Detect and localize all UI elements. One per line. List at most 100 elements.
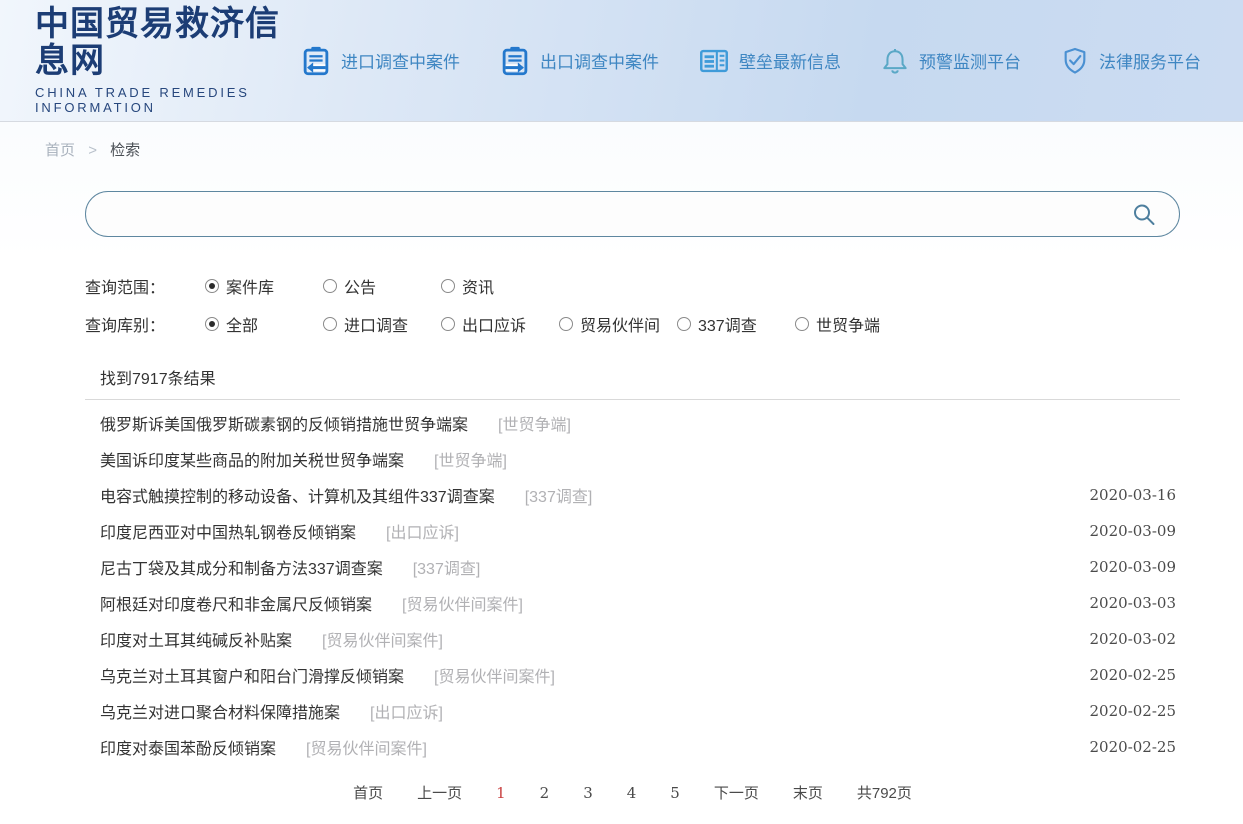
newspaper-icon — [697, 44, 731, 78]
result-category-tag: [337调查] — [413, 555, 481, 579]
result-title-link[interactable]: 印度尼西亚对中国热轧钢卷反倾销案 — [100, 519, 356, 543]
result-title-link[interactable]: 乌克兰对进口聚合材料保障措施案 — [100, 699, 340, 723]
result-category-tag: [贸易伙伴间案件] — [322, 627, 443, 651]
result-title-link[interactable]: 电容式触摸控制的移动设备、计算机及其组件337调查案 — [100, 483, 495, 507]
breadcrumb-home-link[interactable]: 首页 — [45, 142, 75, 159]
result-row: 印度尼西亚对中国热轧钢卷反倾销案 [出口应诉] 2020-03-09 — [85, 513, 1180, 549]
filter-row-database: 查询库别： 全部 进口调查 出口应诉 贸易伙伴间 337调查 — [85, 305, 1180, 343]
result-row: 印度对泰国苯酚反倾销案 [贸易伙伴间案件] 2020-02-25 — [85, 729, 1180, 765]
result-date: 2020-02-25 — [1090, 666, 1180, 684]
result-title-link[interactable]: 阿根廷对印度卷尺和非金属尺反倾销案 — [100, 591, 372, 615]
search-bar — [85, 191, 1180, 237]
site-subtitle: CHINA TRADE REMEDIES INFORMATION — [35, 85, 299, 115]
radio-option-export-response[interactable]: 出口应诉 — [441, 312, 559, 336]
pagination-page-5[interactable]: 5 — [670, 784, 680, 802]
radio-option-trade-partners[interactable]: 贸易伙伴间 — [559, 312, 677, 336]
radio-option-label: 进口调查 — [344, 312, 408, 336]
nav-label: 预警监测平台 — [919, 48, 1021, 73]
result-title-link[interactable]: 乌克兰对土耳其窗户和阳台门滑撑反倾销案 — [100, 663, 404, 687]
filter-scope-label: 查询范围： — [85, 274, 205, 298]
result-category-tag: [出口应诉] — [370, 699, 443, 723]
nav-item-legal-platform[interactable]: 法律服务平台 — [1059, 45, 1201, 77]
result-category-tag: [贸易伙伴间案件] — [402, 591, 523, 615]
result-row: 电容式触摸控制的移动设备、计算机及其组件337调查案 [337调查] 2020-… — [85, 477, 1180, 513]
radio-option-337-investigation[interactable]: 337调查 — [677, 312, 795, 336]
result-title-link[interactable]: 俄罗斯诉美国俄罗斯碳素钢的反倾销措施世贸争端案 — [100, 411, 468, 435]
radio-option-news[interactable]: 资讯 — [441, 274, 559, 298]
radio-option-label: 全部 — [226, 312, 258, 336]
radio-option-label: 案件库 — [226, 274, 274, 298]
nav-item-warning-platform[interactable]: 预警监测平台 — [879, 45, 1021, 77]
nav-label: 进口调查中案件 — [341, 48, 460, 73]
radio-icon — [441, 317, 455, 331]
breadcrumb: 首页 > 检索 — [0, 122, 1243, 160]
search-icon[interactable] — [1129, 200, 1159, 230]
result-row: 尼古丁袋及其成分和制备方法337调查案 [337调查] 2020-03-09 — [85, 549, 1180, 585]
radio-option-import-investigation[interactable]: 进口调查 — [323, 312, 441, 336]
radio-option-case-library[interactable]: 案件库 — [205, 274, 323, 298]
bell-icon — [879, 45, 911, 77]
header-banner: 中国贸易救济信息网 CHINA TRADE REMEDIES INFORMATI… — [0, 0, 1243, 122]
result-title-link[interactable]: 美国诉印度某些商品的附加关税世贸争端案 — [100, 447, 404, 471]
result-title-link[interactable]: 印度对泰国苯酚反倾销案 — [100, 735, 276, 759]
radio-option-wto-dispute[interactable]: 世贸争端 — [795, 312, 913, 336]
clipboard-export-icon — [498, 44, 532, 78]
result-row: 俄罗斯诉美国俄罗斯碳素钢的反倾销措施世贸争端案 [世贸争端] — [85, 405, 1180, 441]
radio-selected-icon — [205, 317, 219, 331]
result-row: 美国诉印度某些商品的附加关税世贸争端案 [世贸争端] — [85, 441, 1180, 477]
radio-option-label: 公告 — [344, 274, 376, 298]
pagination-page-4[interactable]: 4 — [627, 784, 637, 802]
result-date: 2020-02-25 — [1090, 702, 1180, 720]
radio-selected-icon — [205, 279, 219, 293]
result-row: 乌克兰对进口聚合材料保障措施案 [出口应诉] 2020-02-25 — [85, 693, 1180, 729]
pagination: 首页 上一页 1 2 3 4 5 下一页 末页 共792页 — [85, 782, 1180, 803]
result-row: 乌克兰对土耳其窗户和阳台门滑撑反倾销案 [贸易伙伴间案件] 2020-02-25 — [85, 657, 1180, 693]
nav-item-import-cases[interactable]: 进口调查中案件 — [299, 44, 460, 78]
results-list: 俄罗斯诉美国俄罗斯碳素钢的反倾销措施世贸争端案 [世贸争端] 美国诉印度某些商品… — [85, 399, 1180, 765]
radio-icon — [559, 317, 573, 331]
radio-option-announcements[interactable]: 公告 — [323, 274, 441, 298]
result-row: 阿根廷对印度卷尺和非金属尺反倾销案 [贸易伙伴间案件] 2020-03-03 — [85, 585, 1180, 621]
clipboard-import-icon — [299, 44, 333, 78]
breadcrumb-separator: > — [88, 142, 97, 159]
pagination-prev-button[interactable]: 上一页 — [417, 782, 462, 803]
radio-icon — [323, 279, 337, 293]
radio-icon — [795, 317, 809, 331]
pagination-total-pages: 共792页 — [857, 782, 912, 803]
site-logo[interactable]: 中国贸易救济信息网 CHINA TRADE REMEDIES INFORMATI… — [35, 6, 299, 116]
result-title-link[interactable]: 尼古丁袋及其成分和制备方法337调查案 — [100, 555, 383, 579]
pagination-page-1[interactable]: 1 — [496, 784, 506, 802]
pagination-first-button[interactable]: 首页 — [353, 782, 383, 803]
search-filters: 查询范围： 案件库 公告 资讯 查询库别： 全部 进口调查 — [85, 267, 1180, 343]
search-input[interactable] — [114, 192, 1094, 236]
radio-option-label: 出口应诉 — [462, 312, 526, 336]
radio-option-label: 资讯 — [462, 274, 494, 298]
filter-database-label: 查询库别： — [85, 312, 205, 336]
nav-label: 壁垒最新信息 — [739, 48, 841, 73]
nav-item-export-cases[interactable]: 出口调查中案件 — [498, 44, 659, 78]
pagination-page-2[interactable]: 2 — [540, 784, 550, 802]
pagination-page-3[interactable]: 3 — [583, 784, 593, 802]
result-date: 2020-03-09 — [1090, 522, 1180, 540]
result-category-tag: [世贸争端] — [498, 411, 571, 435]
result-date: 2020-03-16 — [1090, 486, 1180, 504]
radio-icon — [323, 317, 337, 331]
breadcrumb-current: 检索 — [110, 142, 140, 159]
pagination-last-button[interactable]: 末页 — [793, 782, 823, 803]
site-title: 中国贸易救济信息网 — [35, 6, 299, 81]
result-title-link[interactable]: 印度对土耳其纯碱反补贴案 — [100, 627, 292, 651]
nav-label: 出口调查中案件 — [540, 48, 659, 73]
radio-option-label: 世贸争端 — [816, 312, 880, 336]
nav-item-barrier-news[interactable]: 壁垒最新信息 — [697, 44, 841, 78]
result-date: 2020-03-03 — [1090, 594, 1180, 612]
result-category-tag: [337调查] — [525, 483, 593, 507]
result-category-tag: [贸易伙伴间案件] — [306, 735, 427, 759]
result-category-tag: [出口应诉] — [386, 519, 459, 543]
pagination-next-button[interactable]: 下一页 — [714, 782, 759, 803]
radio-option-label: 贸易伙伴间 — [580, 312, 660, 336]
nav-label: 法律服务平台 — [1099, 48, 1201, 73]
result-date: 2020-03-09 — [1090, 558, 1180, 576]
result-date: 2020-02-25 — [1090, 738, 1180, 756]
filter-row-scope: 查询范围： 案件库 公告 资讯 — [85, 267, 1180, 305]
radio-option-all[interactable]: 全部 — [205, 312, 323, 336]
